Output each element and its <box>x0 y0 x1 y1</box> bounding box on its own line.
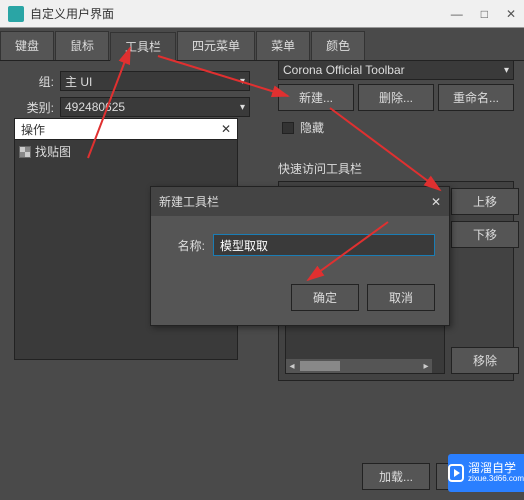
hide-row: 隐藏 <box>282 119 514 136</box>
move-down-button[interactable]: 下移 <box>451 221 519 248</box>
quick-label: 快速访问工具栏 <box>278 160 514 177</box>
clear-search-icon[interactable]: ✕ <box>221 122 231 136</box>
h-scrollbar[interactable]: ◂ ▸ <box>286 359 432 373</box>
tab-keyboard[interactable]: 键盘 <box>0 31 54 60</box>
new-toolbar-dialog: 新建工具栏 ✕ 名称: 确定 取消 <box>150 186 450 326</box>
tab-bar: 键盘 鼠标 工具栏 四元菜单 菜单 颜色 <box>0 28 524 61</box>
category-label: 类别: <box>14 99 54 116</box>
group-label: 组: <box>14 73 54 90</box>
load-button[interactable]: 加载... <box>362 463 430 490</box>
titlebar: 自定义用户界面 — □ ✕ <box>0 0 524 28</box>
ok-button[interactable]: 确定 <box>291 284 359 311</box>
dialog-close-icon[interactable]: ✕ <box>431 195 441 209</box>
group-value: 主 UI <box>65 73 92 90</box>
group-select[interactable]: 主 UI ▾ <box>60 71 250 91</box>
new-button[interactable]: 新建... <box>278 84 354 111</box>
window-title: 自定义用户界面 <box>30 5 451 22</box>
app-icon <box>8 6 24 22</box>
hide-checkbox[interactable] <box>282 122 294 134</box>
list-item-label: 找贴图 <box>35 143 71 160</box>
toolbar-select-value: Corona Official Toolbar <box>283 63 405 77</box>
chevron-down-icon: ▾ <box>240 76 245 87</box>
main-window: 自定义用户界面 — □ ✕ 键盘 鼠标 工具栏 四元菜单 菜单 颜色 组: 主 … <box>0 0 524 500</box>
tab-color[interactable]: 颜色 <box>311 31 365 60</box>
delete-button[interactable]: 删除... <box>358 84 434 111</box>
window-controls: — □ ✕ <box>451 7 516 21</box>
scroll-thumb[interactable] <box>300 361 340 371</box>
watermark-line2: zixue.3d66.com <box>468 475 524 484</box>
play-icon <box>448 464 464 482</box>
name-input[interactable] <box>213 234 435 256</box>
scroll-left-icon[interactable]: ◂ <box>286 361 298 372</box>
close-button[interactable]: ✕ <box>506 7 516 21</box>
rename-button[interactable]: 重命名... <box>438 84 514 111</box>
chevron-down-icon: ▾ <box>504 65 509 76</box>
category-value: 492480625 <box>65 100 125 114</box>
tab-menu[interactable]: 菜单 <box>256 31 310 60</box>
minimize-button[interactable]: — <box>451 7 463 21</box>
cancel-button[interactable]: 取消 <box>367 284 435 311</box>
quick-side-buttons: 上移 下移 移除 <box>451 188 507 374</box>
category-select[interactable]: 492480625 ▾ <box>60 97 250 117</box>
tab-toolbar[interactable]: 工具栏 <box>110 32 176 61</box>
watermark-badge: 溜溜自学 zixue.3d66.com <box>448 454 524 492</box>
search-bar[interactable]: 操作 ✕ <box>14 118 238 140</box>
dialog-title: 新建工具栏 <box>159 193 219 210</box>
hide-label: 隐藏 <box>300 119 324 136</box>
name-label: 名称: <box>165 237 205 254</box>
list-item[interactable]: 找贴图 <box>15 140 237 163</box>
maximize-button[interactable]: □ <box>481 7 488 21</box>
move-up-button[interactable]: 上移 <box>451 188 519 215</box>
toolbar-select[interactable]: Corona Official Toolbar ▾ <box>278 60 514 80</box>
scroll-right-icon[interactable]: ▸ <box>420 361 432 372</box>
chevron-down-icon: ▾ <box>240 102 245 113</box>
tab-quadmenu[interactable]: 四元菜单 <box>177 31 255 60</box>
remove-button[interactable]: 移除 <box>451 347 519 374</box>
tab-mouse[interactable]: 鼠标 <box>55 31 109 60</box>
dialog-titlebar: 新建工具栏 ✕ <box>151 187 449 216</box>
search-label: 操作 <box>21 121 45 138</box>
checker-icon <box>19 146 31 158</box>
